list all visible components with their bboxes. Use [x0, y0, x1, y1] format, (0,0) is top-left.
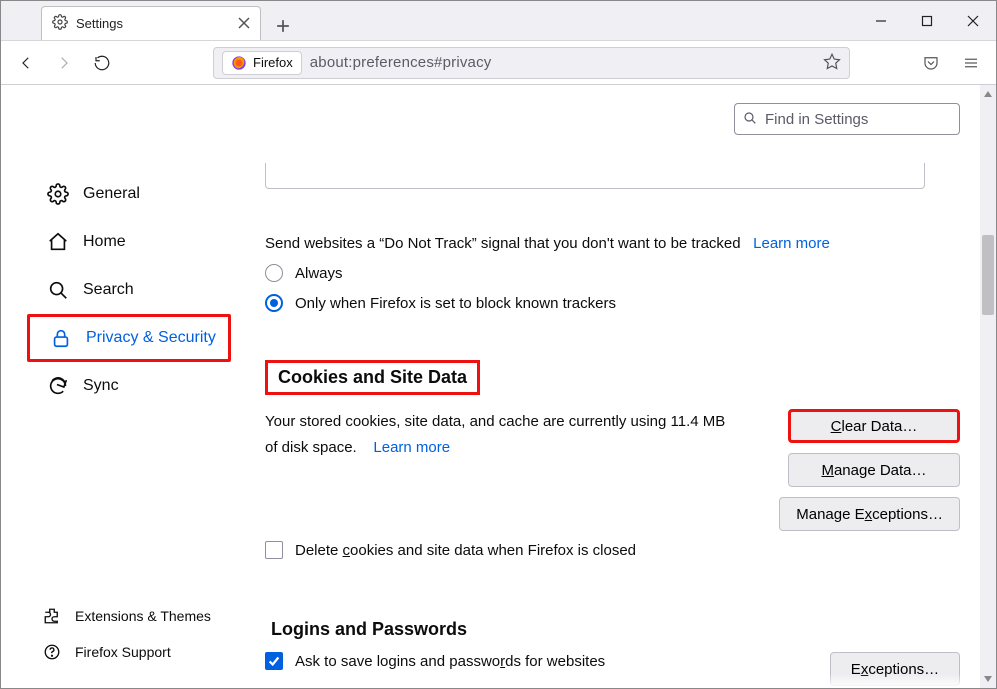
sidebar-item-general[interactable]: General — [31, 170, 231, 218]
tab-bar: Settings — [1, 1, 996, 41]
site-identity[interactable]: Firefox — [222, 51, 302, 75]
find-input[interactable] — [734, 103, 960, 135]
app-menu-button[interactable] — [954, 46, 988, 80]
window-maximize-button[interactable] — [904, 1, 950, 41]
ask-save-logins-checkbox[interactable]: Ask to save logins and passwords for web… — [265, 652, 790, 670]
nav-back-button[interactable] — [9, 46, 43, 80]
reload-button[interactable] — [85, 46, 119, 80]
cookies-learn-more-link[interactable]: Learn more — [373, 439, 450, 456]
tab-close-button[interactable] — [238, 16, 250, 32]
radio-label: Only when Firefox is set to block known … — [295, 295, 616, 312]
scrollbar-thumb[interactable] — [982, 235, 994, 315]
tab-title: Settings — [76, 16, 230, 31]
sidebar-item-label: Extensions & Themes — [75, 608, 211, 624]
vertical-scrollbar[interactable] — [980, 85, 996, 688]
sidebar: General Home Search Privacy & Security S… — [1, 85, 241, 688]
search-icon — [742, 110, 758, 129]
url-text: about:preferences#privacy — [310, 54, 815, 71]
gear-icon — [52, 14, 68, 33]
radio-label: Always — [295, 265, 343, 282]
sidebar-item-label: Privacy & Security — [86, 329, 216, 347]
dnt-learn-more-link[interactable]: Learn more — [753, 235, 830, 252]
sidebar-item-label: General — [83, 185, 140, 203]
logins-heading: Logins and Passwords — [271, 619, 960, 640]
manage-exceptions-button[interactable]: Manage Exceptions… — [779, 497, 960, 531]
sidebar-item-support[interactable]: Firefox Support — [31, 634, 231, 670]
sidebar-item-label: Home — [83, 233, 126, 251]
cookies-heading: Cookies and Site Data — [265, 360, 480, 395]
url-bar[interactable]: Firefox about:preferences#privacy — [213, 47, 850, 79]
checkbox-label: Delete cookies and site data when Firefo… — [295, 542, 636, 559]
new-tab-button[interactable] — [269, 12, 297, 40]
clear-data-button[interactable]: ​Clear Data… — [788, 409, 960, 443]
pocket-icon[interactable] — [914, 46, 948, 80]
truncated-field-top — [265, 163, 925, 189]
window-minimize-button[interactable] — [858, 1, 904, 41]
bottom-fade — [241, 674, 996, 688]
radio-icon — [265, 294, 283, 312]
sidebar-item-label: Sync — [83, 377, 119, 395]
find-in-settings[interactable] — [734, 103, 960, 135]
delete-on-close-checkbox[interactable]: Delete cookies and site data when Firefo… — [265, 541, 960, 559]
sidebar-item-label: Search — [83, 281, 134, 299]
identity-label: Firefox — [253, 55, 293, 70]
bookmark-star-icon[interactable] — [823, 52, 841, 73]
dnt-only-block-radio[interactable]: Only when Firefox is set to block known … — [265, 294, 960, 312]
tab-settings[interactable]: Settings — [41, 6, 261, 40]
checkbox-icon — [265, 652, 283, 670]
window-close-button[interactable] — [950, 1, 996, 41]
dnt-always-radio[interactable]: Always — [265, 264, 960, 282]
nav-forward-button[interactable] — [47, 46, 81, 80]
scroll-down-icon[interactable] — [980, 670, 996, 688]
radio-icon — [265, 264, 283, 282]
checkbox-label: Ask to save logins and passwords for web… — [295, 653, 605, 670]
sidebar-item-extensions[interactable]: Extensions & Themes — [31, 598, 231, 634]
manage-data-button[interactable]: ​Manage Data… — [788, 453, 960, 487]
sidebar-item-label: Firefox Support — [75, 644, 171, 660]
checkbox-icon — [265, 541, 283, 559]
sidebar-item-sync[interactable]: Sync — [31, 362, 231, 410]
main-panel: Send websites a “Do Not Track” signal th… — [241, 85, 996, 688]
scroll-up-icon[interactable] — [980, 85, 996, 103]
sidebar-item-home[interactable]: Home — [31, 218, 231, 266]
sidebar-item-search[interactable]: Search — [31, 266, 231, 314]
dnt-description: Send websites a “Do Not Track” signal th… — [265, 235, 960, 252]
cookies-description: Your stored cookies, site data, and cach… — [265, 409, 735, 460]
firefox-icon — [231, 55, 247, 71]
toolbar: Firefox about:preferences#privacy — [1, 41, 996, 85]
sidebar-item-privacy[interactable]: Privacy & Security — [27, 314, 231, 362]
